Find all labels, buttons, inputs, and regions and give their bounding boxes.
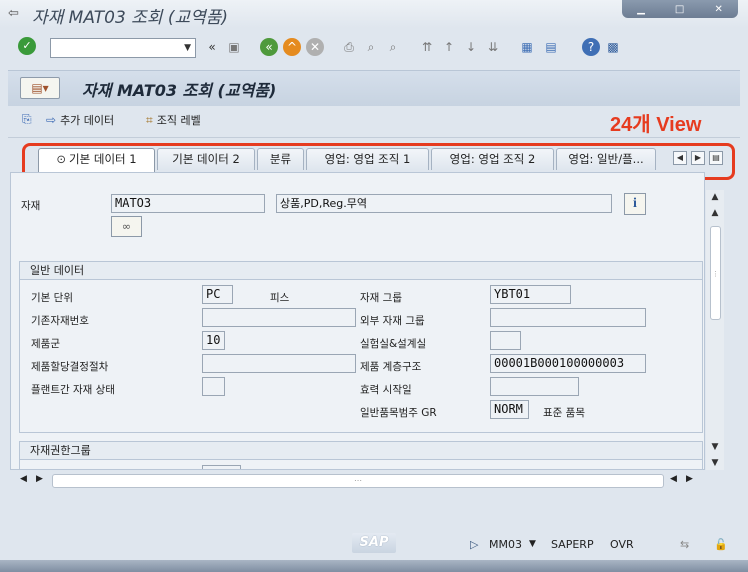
material-field: MATO3 <box>111 194 265 213</box>
org-levels-label: 조직 레벨 <box>156 114 201 127</box>
scroll-down-icon[interactable]: ▼ <box>706 456 724 470</box>
base-unit-label: 기본 단위 <box>31 292 73 304</box>
exit-icon[interactable]: ^ <box>283 38 301 56</box>
additional-data-label: 추가 데이터 <box>60 114 115 127</box>
page-title: 자재 MAT03 조회 (교역품) <box>82 81 277 100</box>
material-group-field: YBT01 <box>490 285 571 304</box>
group-title: 일반 데이터 <box>20 262 702 280</box>
old-material-label: 기존자재번호 <box>31 315 89 327</box>
screen-header: ▤▾ 자재 MAT03 조회 (교역품) <box>8 70 740 106</box>
scroll-thumb[interactable]: ⋯ <box>52 474 664 488</box>
customize-layout-icon[interactable]: ▩ <box>604 38 622 56</box>
base-unit-field: PC <box>202 285 233 304</box>
sap-logo: SAP <box>352 533 396 553</box>
play-icon[interactable]: ▷ <box>470 538 478 551</box>
arrow-right-icon: ⇨ <box>46 113 57 127</box>
item-category-group-text: 표준 품목 <box>543 407 585 419</box>
new-session-icon[interactable]: ▦ <box>518 38 536 56</box>
allocation-label: 제품할당결정절차 <box>31 361 109 373</box>
first-page-icon[interactable]: ⇈ <box>418 38 436 56</box>
bottom-frame <box>0 560 748 572</box>
last-page-icon[interactable]: ⇊ <box>484 38 502 56</box>
exit-icon[interactable]: ⇦ <box>8 6 24 21</box>
cancel-icon[interactable]: ✕ <box>306 38 324 56</box>
other-material-button[interactable]: ⎘ <box>22 112 36 127</box>
valid-from-field <box>490 377 579 396</box>
annotation-text: 24개 View <box>610 114 702 136</box>
org-structure-icon: ⌗ <box>146 113 153 127</box>
scroll-up-icon[interactable]: ▲ <box>706 206 724 220</box>
old-material-field <box>202 308 356 327</box>
base-unit-text: 피스 <box>270 292 290 304</box>
scroll-right-icon[interactable]: ▶ <box>686 474 693 484</box>
material-label: 자재 <box>21 200 41 212</box>
xplant-status-field <box>202 377 225 396</box>
chevron-down-icon[interactable]: ▼ <box>529 539 536 549</box>
valid-from-label: 효력 시작일 <box>360 384 412 396</box>
authorization-group: 자재권한그룹 <box>19 441 703 469</box>
close-icon[interactable]: ✕ <box>715 4 723 15</box>
division-field: 10 <box>202 331 225 350</box>
scroll-right-icon[interactable]: ▶ <box>36 474 43 484</box>
find-next-icon[interactable]: ⌕ <box>384 38 402 56</box>
next-page-icon[interactable]: ↓ <box>462 38 480 56</box>
print-icon[interactable]: ⎙ <box>340 38 358 56</box>
tab-content: 자재 MATO3 상품,PD,Reg.무역 i ∞ 일반 데이터 기본 단위 P… <box>10 172 705 470</box>
previous-page-icon[interactable]: ↑ <box>440 38 458 56</box>
info-icon[interactable]: i <box>624 193 646 215</box>
maximize-icon[interactable]: □ <box>675 4 684 15</box>
vertical-scrollbar[interactable]: ▲ ▲ ⋮ ▼ ▼ <box>706 190 724 470</box>
enter-check-icon[interactable]: ✓ <box>18 37 36 55</box>
division-label: 제품군 <box>31 338 60 350</box>
lab-office-label: 실험실&설계실 <box>360 338 427 350</box>
transaction-code: MM03 <box>489 538 522 551</box>
find-icon[interactable]: ⌕ <box>362 38 380 56</box>
scroll-down-icon[interactable]: ▼ <box>706 440 724 454</box>
lock-icon: 🔓 <box>714 538 728 551</box>
scroll-up-icon[interactable]: ▲ <box>706 190 724 204</box>
allocation-field <box>202 354 356 373</box>
system-name: SAPERP <box>551 538 594 551</box>
material-group-label: 자재 그룹 <box>360 292 402 304</box>
org-levels-button[interactable]: ⌗ 조직 레벨 <box>146 112 201 128</box>
save-icon[interactable]: ▣ <box>225 38 243 56</box>
lab-office-field <box>490 331 521 350</box>
item-category-group-field: NORM <box>490 400 529 419</box>
scroll-thumb[interactable]: ⋮ <box>710 226 721 320</box>
scroll-left-icon[interactable]: ◀ <box>20 474 27 484</box>
back-icon[interactable]: « <box>260 38 278 56</box>
horizontal-scrollbar[interactable]: ◀ ▶ ⋯ ◀ ▶ <box>14 472 704 490</box>
collapse-icon[interactable]: « <box>203 38 221 56</box>
insert-mode: OVR <box>610 538 634 551</box>
product-hierarchy-field: 00001B000100000003 <box>490 354 646 373</box>
help-icon[interactable]: ? <box>582 38 600 56</box>
window-title: 자재 MAT03 조회 (교역품) <box>32 8 229 28</box>
xplant-status-label: 플랜트간 자재 상태 <box>31 384 115 396</box>
chevron-down-icon[interactable]: ▼ <box>184 43 191 53</box>
product-hierarchy-label: 제품 계층구조 <box>360 361 422 373</box>
group-title: 자재권한그룹 <box>20 442 702 460</box>
glasses-icon: ∞ <box>121 220 132 233</box>
document-icon: ⎘ <box>22 112 32 126</box>
ext-material-group-field <box>490 308 646 327</box>
item-category-group-label: 일반품목범주 GR <box>360 407 437 419</box>
menu-icon[interactable]: ▤▾ <box>20 77 60 99</box>
command-field[interactable]: ▼ <box>50 38 196 58</box>
ext-material-group-label: 외부 자재 그룹 <box>360 315 425 327</box>
additional-data-button[interactable]: ⇨ 추가 데이터 <box>46 112 114 128</box>
authorization-group-field <box>202 465 241 469</box>
connection-icon: ⇆ <box>680 538 690 551</box>
window-controls: ▁ □ ✕ <box>622 0 738 18</box>
scroll-left-icon[interactable]: ◀ <box>670 474 677 484</box>
material-description-field: 상품,PD,Reg.무역 <box>276 194 612 213</box>
shortcut-icon[interactable]: ▤ <box>542 38 560 56</box>
additional-texts-button[interactable]: ∞ <box>111 216 142 237</box>
minimize-icon[interactable]: ▁ <box>637 4 645 15</box>
